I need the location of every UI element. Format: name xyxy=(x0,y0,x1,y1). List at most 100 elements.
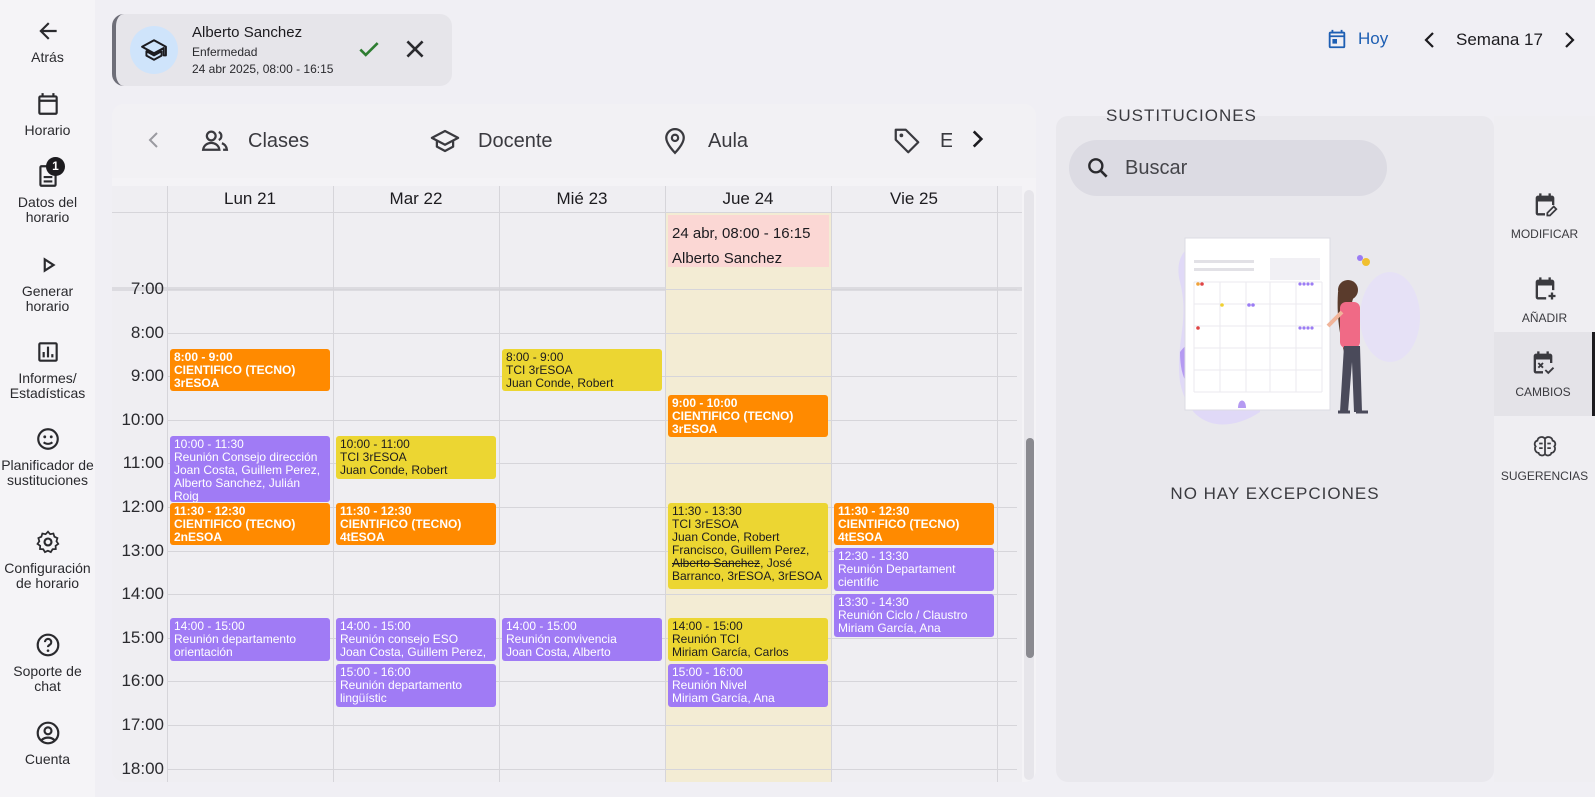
tab-modify-label: MODIFICAR xyxy=(1510,227,1579,241)
chevron-right-icon[interactable] xyxy=(964,126,990,152)
chevron-left-icon[interactable] xyxy=(1418,28,1442,52)
event-time: 14:00 - 15:00 xyxy=(672,620,743,634)
allday-name: Alberto Sanchez xyxy=(672,250,783,267)
substitutions-title: SUSTITUCIONES xyxy=(1106,106,1257,125)
calendar-event[interactable]: 10:00 - 11:00 TCI 3rESOA Juan Conde, Rober… xyxy=(336,435,496,479)
event-time: 14:00 - 15:00 xyxy=(174,620,245,634)
calendar-event[interactable]: 10:00 - 11:30 Reunión Consejo dirección Jo… xyxy=(170,435,330,502)
calendar-event[interactable]: 14:00 - 15:00 Reunión convivencia Joan Cos… xyxy=(502,618,662,661)
chevron-left-icon[interactable] xyxy=(142,128,166,152)
event-line: Francisco, Guillem Perez, xyxy=(672,543,810,557)
tab-suggestions[interactable]: SUGERENCIAS xyxy=(1494,416,1595,500)
calendar-event[interactable]: 11:30 - 12:30 CIENTIFICO (TECNO) 4tESOA xyxy=(834,502,994,546)
calendar-event[interactable]: 9:00 - 10:00 CIENTIFICO (TECNO) 3rESOA xyxy=(668,394,828,438)
today-button[interactable]: Hoy xyxy=(1326,28,1388,50)
empty-state-illustration xyxy=(1178,237,1420,425)
hour-label: 10:00 xyxy=(121,409,164,429)
calendar-event[interactable]: 15:00 - 16:00 Reunión departamento lingüís… xyxy=(336,663,496,707)
tab-suggestions-label: SUGERENCIAS xyxy=(1500,469,1589,483)
calendar-icon xyxy=(37,93,58,115)
people-icon xyxy=(201,130,229,151)
calendar-event[interactable]: 14:00 - 15:00 Reunión TCI Miriam García, C… xyxy=(668,618,828,661)
event-line: Roig xyxy=(174,489,199,502)
calendar-event[interactable]: 14:00 - 15:00 Reunión departamento orienta… xyxy=(170,618,330,661)
filter-classes[interactable]: Clases xyxy=(200,126,309,156)
calendar-event[interactable]: 11:30 - 12:30 CIENTIFICO (TECNO) 2nESOA xyxy=(170,502,330,546)
location-pin-icon xyxy=(665,127,685,155)
event-time: 11:30 - 12:30 xyxy=(174,504,246,518)
event-time: 9:00 - 10:00 xyxy=(672,396,738,410)
hour-line xyxy=(167,725,1017,726)
nav-planner[interactable]: Planificador de sustituciones xyxy=(0,426,95,488)
event-time: 8:00 - 9:00 xyxy=(506,350,564,364)
nav-support[interactable]: Soporte de chat xyxy=(0,632,95,694)
calendar-edit-icon xyxy=(1535,193,1558,217)
absence-reason: Enfermedad xyxy=(192,45,258,59)
event-line: lingüístic xyxy=(340,691,387,705)
event-line: TCI 3rESOA xyxy=(672,517,739,531)
hour-line xyxy=(167,332,1017,334)
event-line: Miriam García, Carlos xyxy=(672,646,789,660)
nav-back[interactable]: Atrás xyxy=(0,18,95,65)
event-line: Reunión TCI xyxy=(672,633,740,647)
nav-account[interactable]: Cuenta xyxy=(0,720,95,767)
calendar-panel: Clases Docente Aula Et Lun 21 Mar 22 Mié… xyxy=(112,104,1036,782)
event-line: Reunión Ciclo / Claustro xyxy=(838,609,968,623)
calendar-event[interactable]: 11:30 - 12:30 CIENTIFICO (TECNO) 4tESOA xyxy=(336,502,496,546)
hour-label: 11:00 xyxy=(122,453,164,473)
nav-schedule-data[interactable]: 1 Datos del horario xyxy=(0,157,95,225)
nav-planner-label: Planificador de sustituciones xyxy=(1,457,94,488)
tab-add[interactable]: AÑADIR xyxy=(1494,258,1595,342)
nav-schedule[interactable]: Horario xyxy=(0,91,95,138)
event-line: Alberto Sanchez, José xyxy=(672,556,793,570)
calendar-event[interactable]: 8:00 - 9:00 TCI 3rESOA Juan Conde, Robert xyxy=(502,348,662,392)
tab-add-label: AÑADIR xyxy=(1521,311,1568,325)
event-line: Alberto Sanchez, Julián xyxy=(174,476,301,490)
event-time: 11:30 - 13:30 xyxy=(672,504,742,518)
hour-line xyxy=(167,289,1017,290)
event-time: 8:00 - 9:00 xyxy=(174,350,233,364)
calendar-check-icon xyxy=(1533,351,1555,375)
calendar-event[interactable]: 8:00 - 9:00 CIENTIFICO (TECNO) 3rESOA xyxy=(170,348,330,392)
close-icon[interactable] xyxy=(402,36,428,62)
calendar-event[interactable]: 14:00 - 15:00 Reunión consejo ESO Joan Cos… xyxy=(336,618,496,661)
hour-label: 13:00 xyxy=(121,540,164,560)
event-line: Reunión consejo ESO xyxy=(340,633,459,647)
event-time: 15:00 - 16:00 xyxy=(340,665,411,679)
filter-bar: Clases Docente Aula Et xyxy=(112,104,1036,178)
calendar-event[interactable]: 13:30 - 14:30 Reunión Ciclo / Claustro Mir… xyxy=(834,594,994,637)
event-line: científic xyxy=(838,576,879,590)
search-input[interactable]: Buscar xyxy=(1069,140,1387,196)
allday-absence-event[interactable]: 24 abr, 08:00 - 16:15 Alberto Sanchez xyxy=(668,215,829,267)
filter-teacher-label: Docente xyxy=(478,129,553,152)
event-line: CIENTIFICO (TECNO) xyxy=(672,409,794,423)
calendar-event[interactable]: 12:30 - 13:30 Reunión Departament científi… xyxy=(834,548,994,591)
nav-config[interactable]: Configuración de horario xyxy=(0,529,95,591)
tab-modify[interactable]: MODIFICAR xyxy=(1494,174,1595,258)
bar-chart-icon xyxy=(37,342,58,362)
filter-teacher[interactable]: Docente xyxy=(430,126,553,156)
event-line: CIENTIFICO (TECNO) xyxy=(340,517,462,531)
hour-label: 16:00 xyxy=(121,671,164,691)
avatar xyxy=(130,26,178,74)
chevron-right-icon[interactable] xyxy=(1557,28,1581,52)
nav-generate[interactable]: Generar horario xyxy=(0,252,95,314)
hour-label: 8:00 xyxy=(130,322,164,342)
check-icon[interactable] xyxy=(356,36,382,62)
event-time: 14:00 - 15:00 xyxy=(340,620,411,634)
calendar-event[interactable]: 15:00 - 16:00 Reunión Nivel Miriam García,… xyxy=(668,663,828,707)
notification-badge: 1 xyxy=(46,157,65,176)
graduation-cap-icon xyxy=(141,39,167,61)
filter-room[interactable]: Aula xyxy=(660,126,748,156)
filter-tag[interactable]: Et xyxy=(892,126,952,156)
event-line: Joan Costa, Guillem Perez, xyxy=(174,463,321,477)
nav-reports[interactable]: Informes/ Estadísticas xyxy=(0,339,95,401)
tab-changes[interactable]: CAMBIOS xyxy=(1494,332,1595,416)
filter-room-label: Aula xyxy=(708,129,749,152)
event-line: TCI 3rESOA xyxy=(506,363,573,377)
scrollbar-thumb[interactable] xyxy=(1026,438,1034,658)
event-line: 4tESOA xyxy=(838,530,883,544)
calendar-event[interactable]: 11:30 - 13:30 TCI 3rESOA Juan Conde, Rober… xyxy=(668,502,828,589)
column-divider xyxy=(499,186,500,782)
search-placeholder: Buscar xyxy=(1125,156,1188,179)
